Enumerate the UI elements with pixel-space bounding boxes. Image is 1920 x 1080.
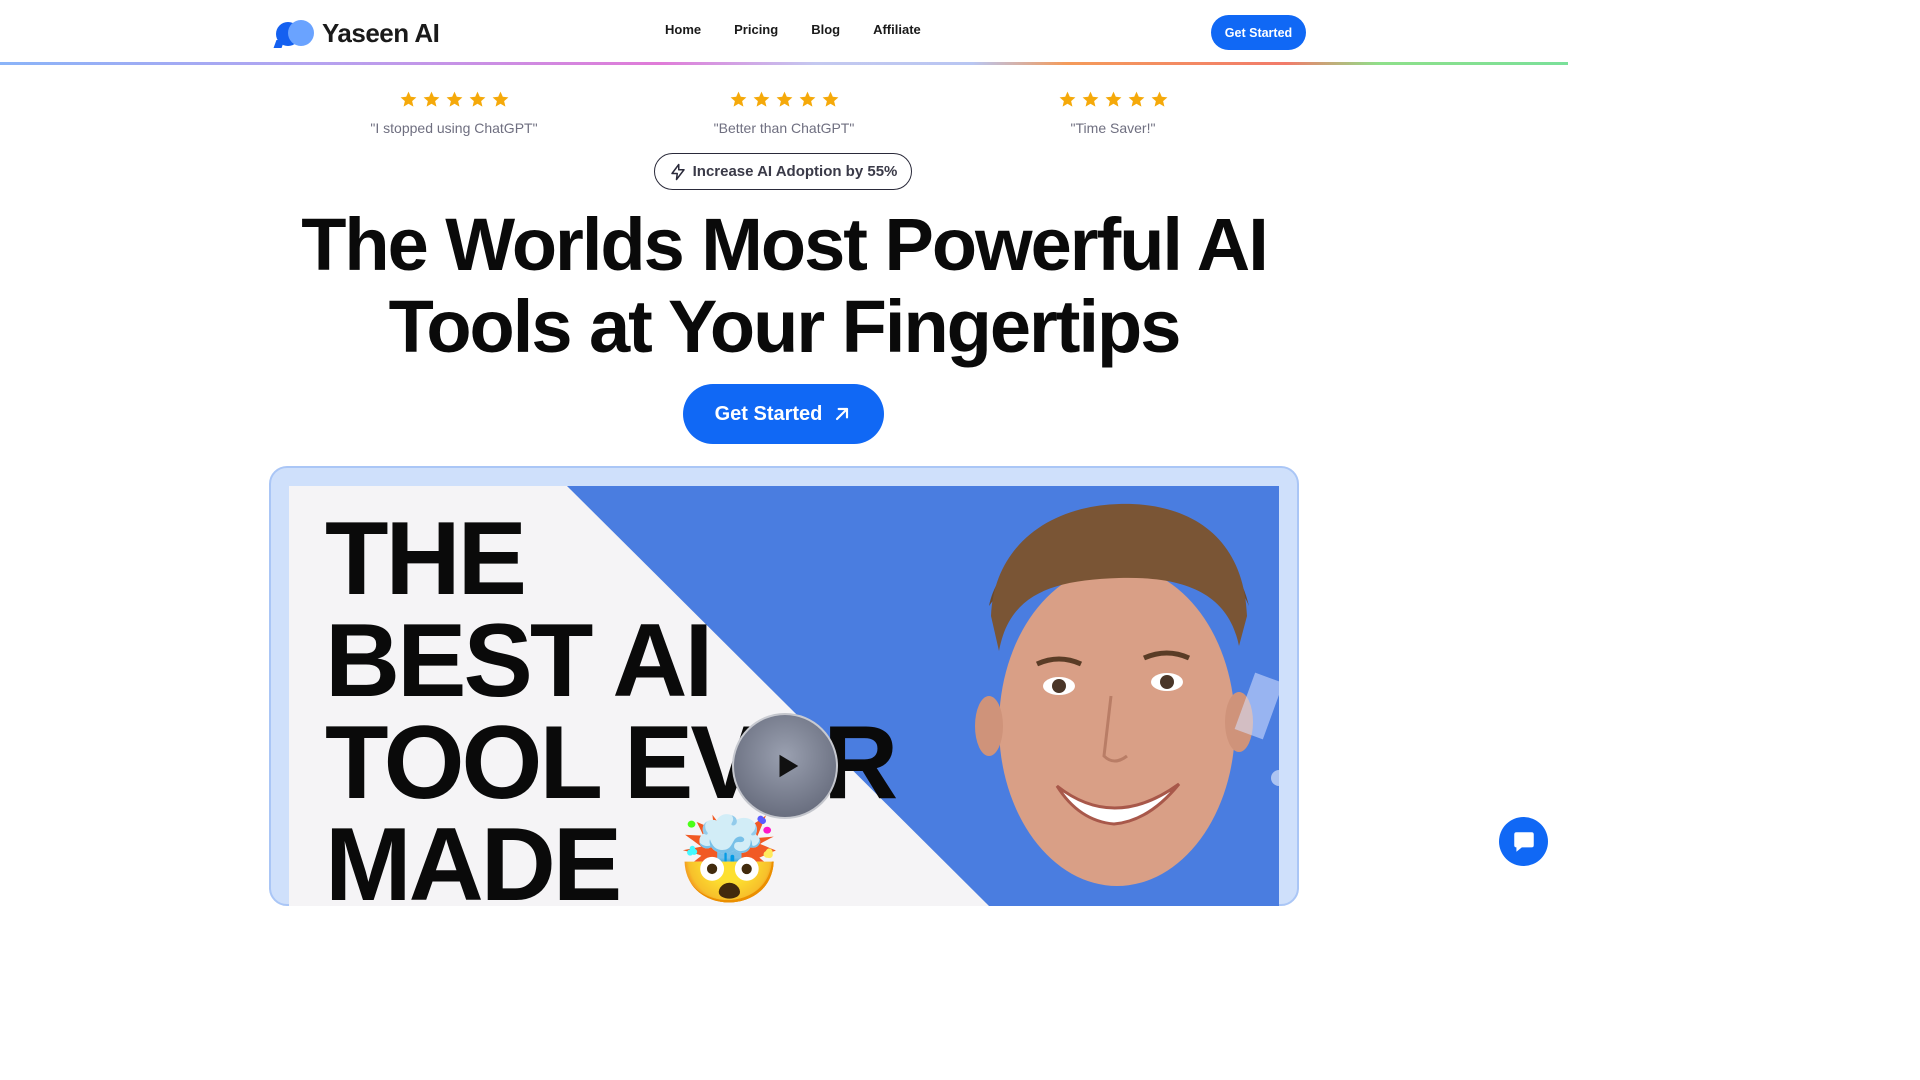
testimonial: "Better than ChatGPT" bbox=[654, 90, 914, 136]
star-rating bbox=[983, 90, 1243, 110]
thumbnail-title: THE BEST AI TOOL EVER MADE bbox=[325, 501, 898, 906]
thumbnail-line: MADE bbox=[325, 807, 622, 906]
star-icon bbox=[753, 91, 769, 107]
star-icon bbox=[1128, 91, 1144, 107]
site-header: Yaseen AI Home Pricing Blog Affiliate Ge… bbox=[0, 0, 1568, 64]
star-icon bbox=[492, 91, 508, 107]
star-icon bbox=[822, 91, 838, 107]
hero-headline-line: Tools at Your Fingertips bbox=[388, 285, 1182, 368]
lightning-icon bbox=[670, 163, 685, 180]
chat-icon bbox=[1513, 831, 1534, 852]
star-icon bbox=[423, 91, 439, 107]
star-icon bbox=[1151, 91, 1167, 107]
cta-label: Get Started bbox=[714, 402, 823, 425]
chat-widget-button[interactable] bbox=[1499, 817, 1548, 866]
hero-headline-line: The Worlds Most Powerful AI bbox=[301, 203, 1269, 286]
star-icon bbox=[469, 91, 485, 107]
star-rating bbox=[324, 90, 584, 110]
nav-item-blog[interactable]: Blog bbox=[811, 22, 840, 37]
brand-name: Yaseen AI bbox=[322, 17, 440, 48]
arrow-up-right-icon bbox=[836, 407, 849, 421]
testimonial: "Time Saver!" bbox=[983, 90, 1243, 136]
star-icon bbox=[730, 91, 746, 107]
chat-bubbles-logo-icon bbox=[276, 19, 316, 47]
testimonial: "I stopped using ChatGPT" bbox=[324, 90, 584, 136]
badge-label: Increase AI Adoption by 55% bbox=[692, 163, 898, 180]
thumbnail-line: BEST AI bbox=[325, 603, 713, 719]
star-icon bbox=[446, 91, 462, 107]
main-nav: Home Pricing Blog Affiliate bbox=[665, 22, 921, 37]
star-icon bbox=[799, 91, 815, 107]
play-button[interactable] bbox=[732, 713, 838, 819]
exploding-head-emoji: 🤯 bbox=[677, 813, 782, 906]
star-icon bbox=[776, 91, 792, 107]
nav-item-home[interactable]: Home bbox=[665, 22, 701, 37]
testimonial-quote: "I stopped using ChatGPT" bbox=[370, 120, 538, 136]
star-icon bbox=[1105, 91, 1121, 107]
hero-headline: The Worlds Most Powerful AI Tools at You… bbox=[0, 204, 1568, 368]
hero-get-started-button[interactable]: Get Started bbox=[683, 384, 884, 444]
star-rating bbox=[654, 90, 914, 110]
play-icon bbox=[779, 754, 799, 778]
header-divider bbox=[0, 62, 1568, 65]
video-player[interactable]: THE BEST AI TOOL EVER MADE 🤯 bbox=[289, 486, 1279, 906]
header-get-started-button[interactable]: Get Started bbox=[1211, 15, 1306, 50]
nav-item-affiliate[interactable]: Affiliate bbox=[873, 22, 921, 37]
brand-logo-link[interactable]: Yaseen AI bbox=[276, 16, 440, 50]
testimonial-quote: "Time Saver!" bbox=[1070, 120, 1156, 136]
star-icon bbox=[1059, 91, 1075, 107]
nav-item-pricing[interactable]: Pricing bbox=[734, 22, 778, 37]
star-icon bbox=[1082, 91, 1098, 107]
star-icon bbox=[400, 91, 416, 107]
thumbnail-line: THE bbox=[325, 501, 527, 617]
adoption-badge: Increase AI Adoption by 55% bbox=[654, 153, 912, 190]
testimonial-quote: "Better than ChatGPT" bbox=[713, 120, 855, 136]
